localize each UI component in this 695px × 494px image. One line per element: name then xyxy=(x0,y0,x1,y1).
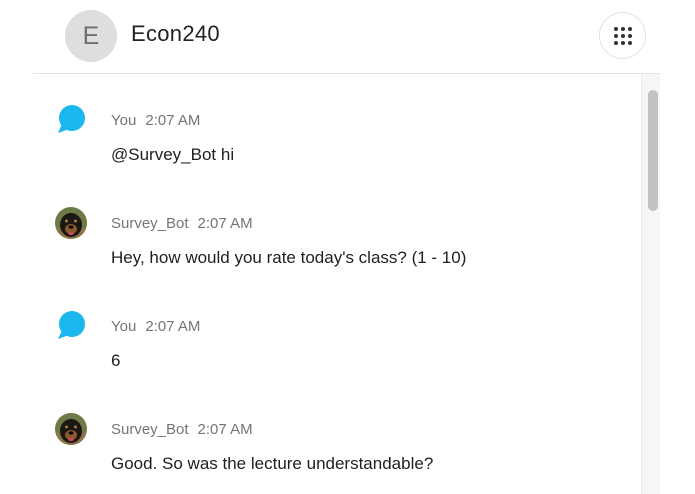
message-item: You 2:07 AM @Survey_Bot hi xyxy=(33,74,623,164)
message-meta: Survey_Bot 2:07 AM xyxy=(111,421,253,438)
apps-button[interactable] xyxy=(599,12,646,59)
message-meta: You 2:07 AM xyxy=(111,318,200,335)
sender-name: Survey_Bot xyxy=(111,421,189,438)
message-text: 6 xyxy=(111,351,121,370)
space-avatar[interactable]: E xyxy=(65,10,117,62)
message-text: @Survey_Bot hi xyxy=(111,145,235,164)
message-list[interactable]: You 2:07 AM @Survey_Bot hi Survey_Bot 2:07… xyxy=(33,74,640,494)
scrollbar-thumb[interactable] xyxy=(648,90,658,211)
message-item: Survey_Bot 2:07 AM Hey, how would you rat… xyxy=(33,177,623,267)
sender-name: You xyxy=(111,112,137,129)
space-title: Econ240 xyxy=(131,21,220,46)
message-time: 2:07 AM xyxy=(145,112,201,129)
message-meta: You 2:07 AM xyxy=(111,112,200,129)
dog-avatar[interactable] xyxy=(55,207,87,239)
space-header: E Econ240 xyxy=(33,0,660,74)
grid-dots-icon xyxy=(614,27,632,45)
message-time: 2:07 AM xyxy=(197,421,253,438)
message-text: Hey, how would you rate today's class? (… xyxy=(111,248,467,267)
message-text: Good. So was the lecture understandable? xyxy=(111,454,434,473)
scrollbar-track[interactable] xyxy=(641,74,660,494)
message-time: 2:07 AM xyxy=(197,215,253,232)
sender-name: Survey_Bot xyxy=(111,215,189,232)
sender-name: You xyxy=(111,318,137,335)
message-meta: Survey_Bot 2:07 AM xyxy=(111,215,253,232)
message-item: You 2:07 AM 6 xyxy=(33,280,623,370)
chat-bubble-icon xyxy=(58,311,85,339)
chat-bubble-icon xyxy=(58,105,85,133)
message-time: 2:07 AM xyxy=(145,318,201,335)
dog-avatar[interactable] xyxy=(55,413,87,445)
message-item: Survey_Bot 2:07 AM Good. So was the lectu… xyxy=(33,383,623,473)
